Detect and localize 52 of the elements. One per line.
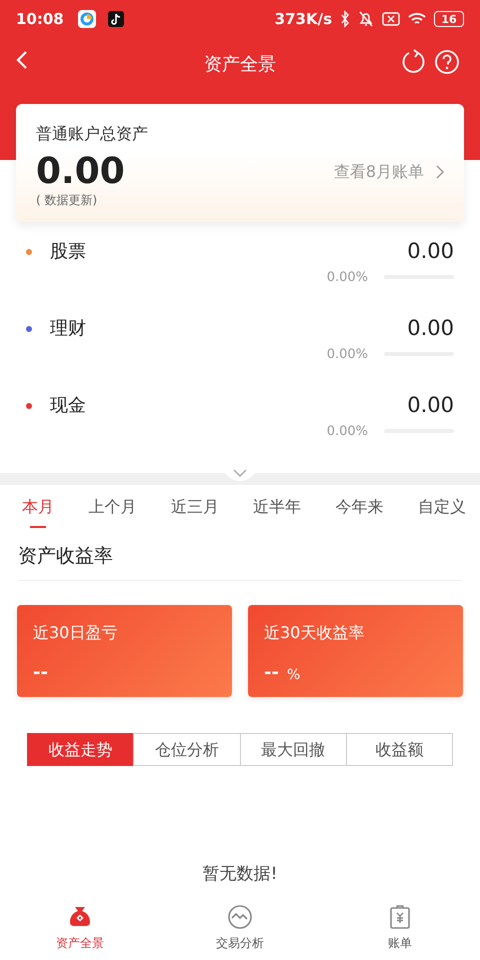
category-value: 0.00 bbox=[407, 392, 454, 419]
chevron-down-icon bbox=[233, 469, 247, 477]
category-percent: 0.00% bbox=[326, 422, 368, 440]
segment-tab[interactable]: 收益走势 bbox=[27, 733, 134, 766]
segment-tab[interactable]: 仓位分析 bbox=[133, 733, 240, 766]
stat-label: 近30天收益率 bbox=[264, 622, 366, 644]
category-value: 0.00 bbox=[407, 315, 454, 342]
period-tab[interactable]: 今年来 bbox=[336, 497, 384, 528]
network-speed: 373K/s bbox=[274, 8, 332, 30]
section-title: 资产收益率 bbox=[18, 542, 462, 582]
period-tab[interactable]: 近半年 bbox=[253, 497, 302, 528]
battery-indicator: 16 bbox=[434, 11, 464, 27]
period-tab[interactable]: 近三月 bbox=[170, 497, 219, 528]
wifi-icon bbox=[408, 12, 426, 26]
chart-icon bbox=[227, 904, 253, 930]
segment-tab[interactable]: 收益额 bbox=[346, 733, 453, 766]
stat-unit: % bbox=[286, 666, 300, 686]
period-tab[interactable]: 自定义 bbox=[418, 497, 466, 528]
period-tab[interactable]: 上个月 bbox=[88, 497, 136, 528]
bluetooth-icon bbox=[340, 10, 350, 28]
back-icon bbox=[16, 50, 28, 70]
stat-value: -- bbox=[264, 661, 279, 686]
sim-icon bbox=[382, 12, 400, 26]
period-tab[interactable]: 本月 bbox=[22, 497, 54, 528]
summary-label: 普通账户总资产 bbox=[36, 123, 149, 145]
stat-label: 近30日盈亏 bbox=[33, 622, 118, 644]
refresh-button[interactable] bbox=[400, 49, 426, 75]
nav-tab[interactable]: 交易分析 bbox=[160, 904, 320, 952]
app-icon bbox=[78, 10, 96, 28]
total-amount: 0.00 bbox=[36, 150, 125, 194]
segment-tab[interactable]: 最大回撤 bbox=[240, 733, 347, 766]
refresh-icon bbox=[400, 49, 426, 75]
app-icon bbox=[108, 11, 124, 27]
category-percent: 0.00% bbox=[326, 268, 368, 286]
category-percent: 0.00% bbox=[326, 346, 368, 364]
update-note: ( 数据更新) bbox=[36, 192, 98, 210]
page-title: 资产全景 bbox=[204, 52, 276, 76]
back-button[interactable] bbox=[16, 50, 28, 70]
status-time: 10:08 bbox=[16, 8, 64, 30]
chevron-right-icon bbox=[436, 164, 444, 179]
help-button[interactable] bbox=[434, 49, 460, 75]
empty-message: 暂无数据! bbox=[202, 864, 278, 884]
nav-tab[interactable]: 资产全景 bbox=[0, 904, 160, 952]
nav-tab[interactable]: 账单 bbox=[320, 904, 480, 952]
bill-icon bbox=[387, 904, 413, 930]
stat-value: -- bbox=[33, 661, 48, 686]
help-icon bbox=[434, 49, 460, 75]
mute-icon bbox=[358, 10, 374, 28]
category-value: 0.00 bbox=[407, 238, 454, 265]
category-name: 理财 bbox=[50, 317, 86, 342]
category-name: 股票 bbox=[50, 240, 86, 264]
category-name: 现金 bbox=[50, 394, 86, 418]
